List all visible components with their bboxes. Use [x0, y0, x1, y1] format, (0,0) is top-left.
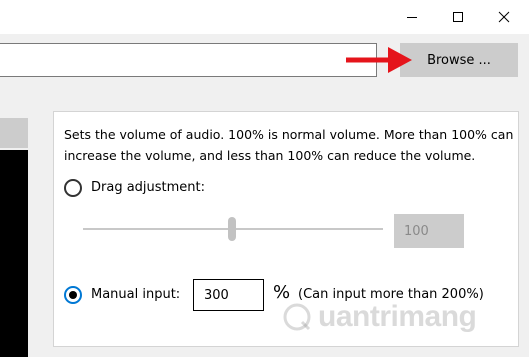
- watermark: uantrimang: [282, 300, 477, 334]
- maximize-icon: [453, 12, 463, 22]
- minimize-icon: [407, 17, 417, 18]
- drag-adjustment-label: Drag adjustment:: [91, 180, 206, 195]
- maximize-button[interactable]: [435, 0, 481, 34]
- file-path-input[interactable]: [0, 43, 377, 77]
- title-bar: [0, 0, 529, 34]
- manual-volume-input[interactable]: 300: [193, 279, 264, 311]
- manual-input-radio[interactable]: [64, 286, 82, 304]
- minimize-button[interactable]: [389, 0, 435, 34]
- browse-button[interactable]: Browse ...: [400, 43, 518, 77]
- slider-value-field: 100: [394, 214, 464, 248]
- red-arrow-icon: [346, 47, 412, 73]
- drag-adjustment-radio[interactable]: [64, 179, 82, 197]
- watermark-text: uantrimang: [318, 300, 477, 333]
- side-dark-panel: [0, 150, 28, 357]
- radio-selected-dot: [69, 291, 77, 299]
- volume-slider-thumb[interactable]: [228, 217, 236, 241]
- close-button[interactable]: [481, 0, 527, 34]
- volume-description: Sets the volume of audio. 100% is normal…: [64, 127, 514, 163]
- manual-input-label: Manual input:: [91, 287, 181, 302]
- close-icon: [498, 11, 510, 23]
- side-tab-button[interactable]: [0, 118, 28, 148]
- watermark-logo-icon: [283, 303, 311, 331]
